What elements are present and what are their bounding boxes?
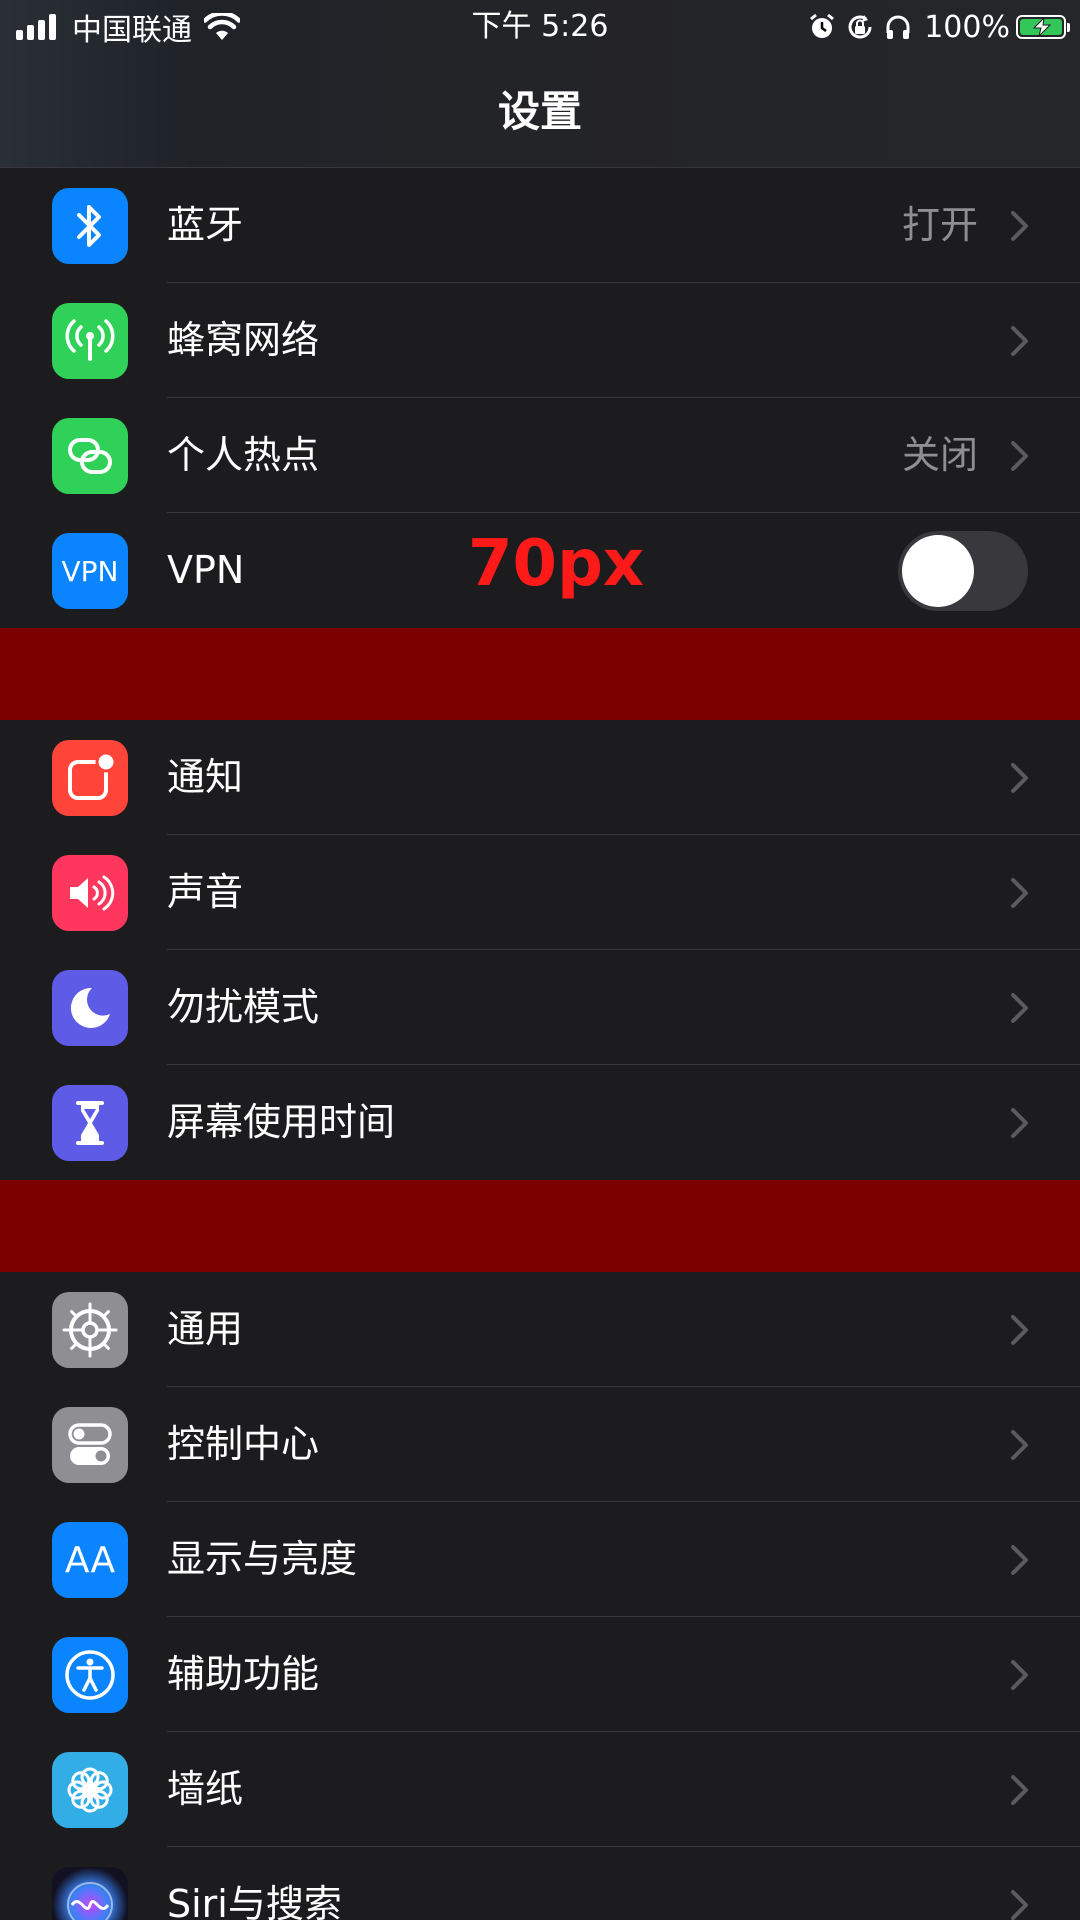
row-label: 墙纸 — [167, 1767, 244, 1811]
group-spacer — [0, 1180, 1080, 1272]
chevron-right-icon — [1011, 326, 1028, 356]
chevron-right-icon — [1011, 993, 1028, 1023]
row-label: VPN — [167, 548, 245, 592]
chevron-right-icon — [1011, 1775, 1028, 1805]
text-size-icon: AA — [52, 1522, 128, 1598]
row-sounds[interactable]: 声音 — [0, 835, 1080, 950]
display-icon-text: AA — [64, 1539, 116, 1581]
row-label: 个人热点 — [167, 433, 320, 477]
row-label: 勿扰模式 — [167, 985, 320, 1029]
row-label: 通知 — [167, 755, 244, 799]
row-screen-time[interactable]: 屏幕使用时间 — [0, 1065, 1080, 1180]
row-label: 蓝牙 — [167, 203, 244, 247]
chevron-right-icon — [1011, 1430, 1028, 1460]
toggle-knob — [902, 535, 974, 607]
chevron-right-icon — [1011, 1660, 1028, 1690]
speaker-icon — [52, 855, 128, 931]
row-control-center[interactable]: 控制中心 — [0, 1387, 1080, 1502]
chevron-right-icon — [1011, 878, 1028, 908]
row-hotspot[interactable]: 个人热点 关闭 — [0, 398, 1080, 513]
group-general: 通用 控制中心 AA 显示与亮度 辅助功能 墙纸 Siri与搜索 — [0, 1272, 1080, 1920]
row-label: 蜂窝网络 — [167, 318, 320, 362]
row-notifications[interactable]: 通知 — [0, 720, 1080, 835]
chevron-right-icon — [1011, 1315, 1028, 1345]
chevron-right-icon — [1011, 763, 1028, 793]
alarm-icon — [810, 13, 835, 38]
row-accessibility[interactable]: 辅助功能 — [0, 1617, 1080, 1732]
headphones-icon — [886, 15, 910, 39]
notifications-icon — [52, 740, 128, 816]
row-display[interactable]: AA 显示与亮度 — [0, 1502, 1080, 1617]
siri-icon — [52, 1867, 128, 1920]
vpn-icon: VPN — [52, 533, 128, 609]
chevron-right-icon — [1011, 441, 1028, 471]
chevron-right-icon — [1011, 1545, 1028, 1575]
row-label: Siri与搜索 — [167, 1882, 342, 1920]
chevron-right-icon — [1011, 1108, 1028, 1138]
vpn-toggle[interactable] — [898, 531, 1028, 611]
battery-percent: 100% — [924, 9, 1010, 45]
row-dnd[interactable]: 勿扰模式 — [0, 950, 1080, 1065]
row-label: 控制中心 — [167, 1422, 320, 1466]
row-label: 辅助功能 — [167, 1652, 320, 1696]
row-label: 显示与亮度 — [167, 1537, 358, 1581]
hourglass-icon — [52, 1085, 128, 1161]
group-spacer — [0, 628, 1080, 720]
battery-charging-icon — [1016, 15, 1070, 39]
flower-icon — [52, 1752, 128, 1828]
chevron-right-icon — [1011, 1890, 1028, 1920]
row-siri[interactable]: Siri与搜索 — [0, 1847, 1080, 1920]
page-title: 设置 — [497, 87, 582, 136]
antenna-icon — [52, 303, 128, 379]
header-area: 中国联通 下午 5:26 100% 设置 — [0, 0, 1080, 167]
bluetooth-icon — [52, 188, 128, 264]
row-detail: 打开 — [901, 203, 978, 247]
row-detail: 关闭 — [901, 433, 978, 477]
row-label: 屏幕使用时间 — [167, 1100, 396, 1144]
row-bluetooth[interactable]: 蓝牙 打开 — [0, 168, 1080, 283]
measurement-annotation: 70px — [468, 527, 645, 601]
row-cellular[interactable]: 蜂窝网络 — [0, 283, 1080, 398]
moon-icon — [52, 970, 128, 1046]
row-general[interactable]: 通用 — [0, 1272, 1080, 1387]
rotation-lock-icon — [848, 15, 872, 39]
group-notifications: 通知 声音 勿扰模式 屏幕使用时间 — [0, 720, 1080, 1180]
charging-bolt-icon — [1032, 18, 1052, 36]
accessibility-icon — [52, 1637, 128, 1713]
row-wallpaper[interactable]: 墙纸 — [0, 1732, 1080, 1847]
vpn-icon-text: VPN — [61, 554, 119, 588]
gear-icon — [52, 1292, 128, 1368]
row-label: 声音 — [167, 870, 244, 914]
row-label: 通用 — [167, 1307, 244, 1351]
chevron-right-icon — [1011, 211, 1028, 241]
status-right: 100% — [798, 8, 1070, 46]
status-bar: 中国联通 下午 5:26 100% — [0, 0, 1080, 54]
switches-icon — [52, 1407, 128, 1483]
hotspot-link-icon — [52, 418, 128, 494]
settings-screen: 中国联通 下午 5:26 100% 设置 蓝牙 打开 蜂窝网络 个人热点 关闭 … — [0, 0, 1080, 1920]
